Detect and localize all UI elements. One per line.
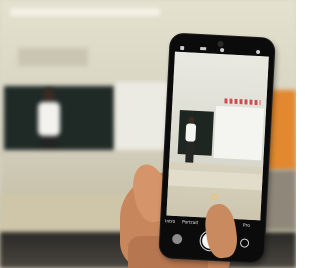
- viewfinder-teacher: [182, 116, 198, 165]
- flash-icon[interactable]: [180, 45, 185, 51]
- viewfinder-whiteboard: [213, 105, 265, 161]
- switch-camera-icon[interactable]: [239, 238, 250, 248]
- timer-icon[interactable]: [220, 48, 225, 53]
- mode-intro[interactable]: Intro: [165, 219, 175, 225]
- whiteboard: [116, 82, 172, 154]
- camera-viewfinder: [166, 51, 269, 221]
- wall-poster: [18, 48, 88, 66]
- settings-icon[interactable]: [255, 49, 261, 55]
- ceiling-light: [10, 8, 160, 16]
- mode-portrait[interactable]: Portrait: [182, 220, 198, 226]
- mode-pro[interactable]: Pro: [243, 223, 250, 228]
- hdr-icon[interactable]: [200, 46, 207, 51]
- gallery-thumbnail[interactable]: [171, 233, 183, 245]
- scene-photo: Intro Portrait Photo Movie Pro: [0, 0, 296, 268]
